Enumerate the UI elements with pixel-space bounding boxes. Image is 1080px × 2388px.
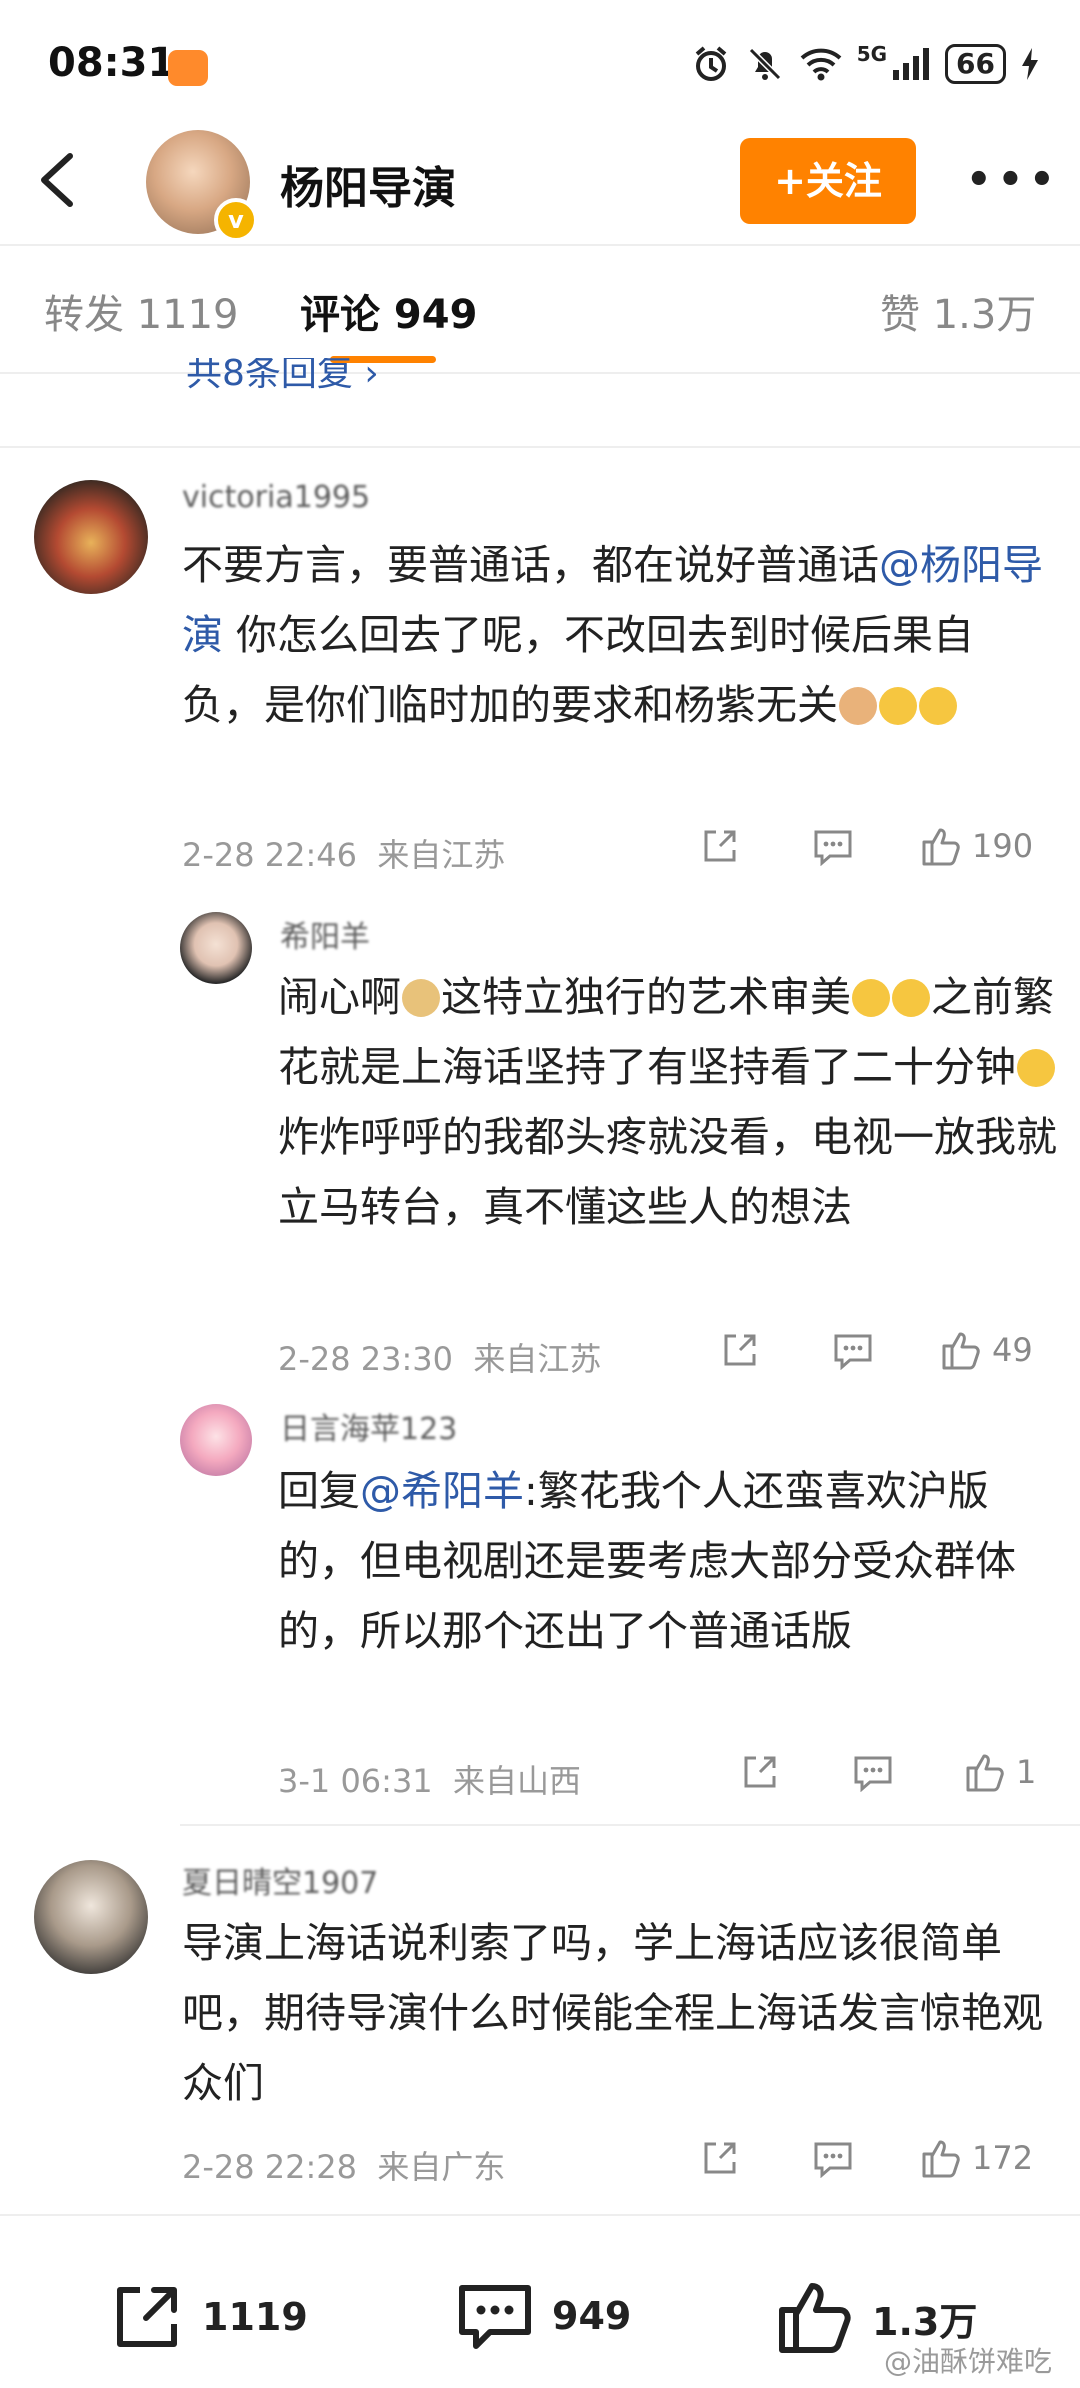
comment-text-part: 炸炸呼呼的我都头疼就没看，电视一放我就立马转台，真不懂这些人的想法 [278, 1113, 1057, 1231]
page-title[interactable]: 杨阳导演 [280, 152, 456, 216]
comment-text: 不要方言，要普通话，都在说好普通话@杨阳导演 你怎么回去了呢，不改回去到时候后果… [182, 530, 1052, 740]
comment-meta: 3-1 06:31 来自山西 [278, 1756, 581, 1802]
tab-comments[interactable]: 评论 949 [300, 282, 477, 340]
share-icon[interactable] [700, 2138, 740, 2178]
emoji-crying-laughing-icon [892, 979, 930, 1017]
commenter-username[interactable]: 希阳羊 [280, 912, 370, 956]
comment-button[interactable]: 949 [456, 2280, 631, 2352]
emoji-doge-icon [402, 979, 440, 1017]
follow-button[interactable]: +关注 [740, 138, 916, 224]
share-icon[interactable] [720, 1330, 760, 1370]
comment-text-part: 回复 [278, 1467, 360, 1515]
comment-text: 导演上海话说利索了吗，学上海话应该很简单吧，期待导演什么时候能全程上海话发言惊艳… [182, 1919, 1043, 2107]
share-icon[interactable] [740, 1752, 780, 1792]
repost-button[interactable]: 1119 [110, 2280, 308, 2354]
like-count: 1 [1016, 1753, 1037, 1791]
reply-icon[interactable] [812, 2140, 854, 2178]
comment-location: 来自广东 [377, 2148, 506, 2186]
comment-text-part: 这特立独行的艺术审美 [441, 973, 851, 1021]
alarm-icon [695, 46, 726, 81]
comment-time: 2-28 22:46 [182, 836, 358, 874]
like-button[interactable]: 190 [920, 826, 1033, 866]
like-count: 49 [992, 1331, 1033, 1369]
comment-time: 3-1 06:31 [278, 1762, 433, 1800]
header-divider [0, 244, 1080, 246]
commenter-avatar[interactable] [34, 480, 148, 594]
tab-likes[interactable]: 赞 1.3万 [880, 282, 1036, 340]
comment-location: 来自江苏 [473, 1340, 602, 1378]
repost-count: 1119 [202, 2295, 308, 2339]
like-count-main: 1.3万 [872, 2299, 978, 2344]
status-icons: 5G 66 [691, 40, 1040, 88]
comment-divider [180, 1824, 1080, 1826]
emoji-crying-laughing-icon [1017, 1049, 1055, 1087]
more-replies-clip: 共8条回复 › [186, 358, 506, 404]
comment-meta: 2-28 22:28 来自广东 [182, 2142, 505, 2188]
comment-location: 来自山西 [453, 1762, 582, 1800]
emoji-crying-laughing-icon [852, 979, 890, 1017]
network-type: 5G [856, 42, 888, 66]
charging-icon [1022, 48, 1038, 80]
share-icon[interactable] [700, 826, 740, 866]
comment-divider [0, 446, 1080, 448]
like-button[interactable]: 1 [964, 1752, 1036, 1792]
signal-icon [893, 48, 930, 80]
emoji-pleading-icon [879, 687, 917, 725]
mute-icon [748, 47, 781, 81]
comment-text: 闹心啊 这特立独行的艺术审美 之前繁花就是上海话坚持了有坚持看了二十分钟炸炸呼呼的我… [278, 962, 1058, 1242]
comment-time: 2-28 22:28 [182, 2148, 358, 2186]
comment-icon [459, 2285, 531, 2349]
comment-location: 来自江苏 [377, 836, 506, 874]
more-replies-link[interactable]: 共8条回复 › [186, 358, 506, 396]
thumbs-up-icon [779, 2283, 851, 2353]
emoji-laughing-icon [919, 687, 957, 725]
comment-count: 949 [552, 2294, 632, 2338]
verified-badge-icon: v [214, 198, 258, 242]
thumbs-up-icon [966, 1754, 1004, 1792]
status-time: 08:31 [48, 40, 176, 86]
commenter-avatar[interactable] [34, 1860, 148, 1974]
tab-reposts[interactable]: 转发 1119 [44, 282, 239, 340]
comment-meta: 2-28 23:30 来自江苏 [278, 1334, 601, 1380]
comment-time: 2-28 23:30 [278, 1340, 454, 1378]
repost-icon [117, 2287, 177, 2347]
watermark: @油酥饼难吃 [883, 2345, 1052, 2378]
thumbs-up-icon [942, 1332, 980, 1370]
battery-level: 66 [945, 44, 1006, 84]
like-count: 190 [972, 827, 1034, 865]
thumbs-up-icon [922, 828, 960, 866]
like-button[interactable]: 172 [920, 2138, 1033, 2178]
comment-text-part: 闹心啊 [278, 973, 401, 1021]
thumbs-up-icon [922, 2140, 960, 2178]
mention-link[interactable]: @希阳羊 [360, 1467, 524, 1515]
more-options-icon[interactable]: ••• [966, 160, 1055, 200]
like-count: 172 [972, 2139, 1034, 2177]
commenter-username[interactable]: victoria1995 [182, 480, 370, 515]
commenter-username[interactable]: 夏日晴空1907 [182, 1858, 378, 1902]
reply-icon[interactable] [852, 1754, 894, 1792]
app-notification-icon [168, 50, 208, 86]
commenter-avatar[interactable] [180, 912, 252, 984]
wifi-icon [800, 48, 842, 81]
reply-icon[interactable] [812, 828, 854, 866]
commenter-username[interactable]: 日言海苹123 [280, 1404, 457, 1448]
commenter-avatar[interactable] [180, 1404, 252, 1476]
like-button[interactable]: 49 [940, 1330, 1033, 1370]
comment-meta: 2-28 22:46 来自江苏 [182, 830, 505, 876]
tabs-divider [0, 372, 1080, 374]
back-icon[interactable] [36, 150, 80, 210]
emoji-cat-icon [839, 687, 877, 725]
comment-text-part: 不要方言，要普通话，都在说好普通话 [182, 541, 879, 589]
reply-icon[interactable] [832, 1332, 874, 1370]
comment-text: 回复@希阳羊:繁花我个人还蛮喜欢沪版的，但电视剧还是要考虑大部分受众群体的，所以… [278, 1456, 1058, 1666]
